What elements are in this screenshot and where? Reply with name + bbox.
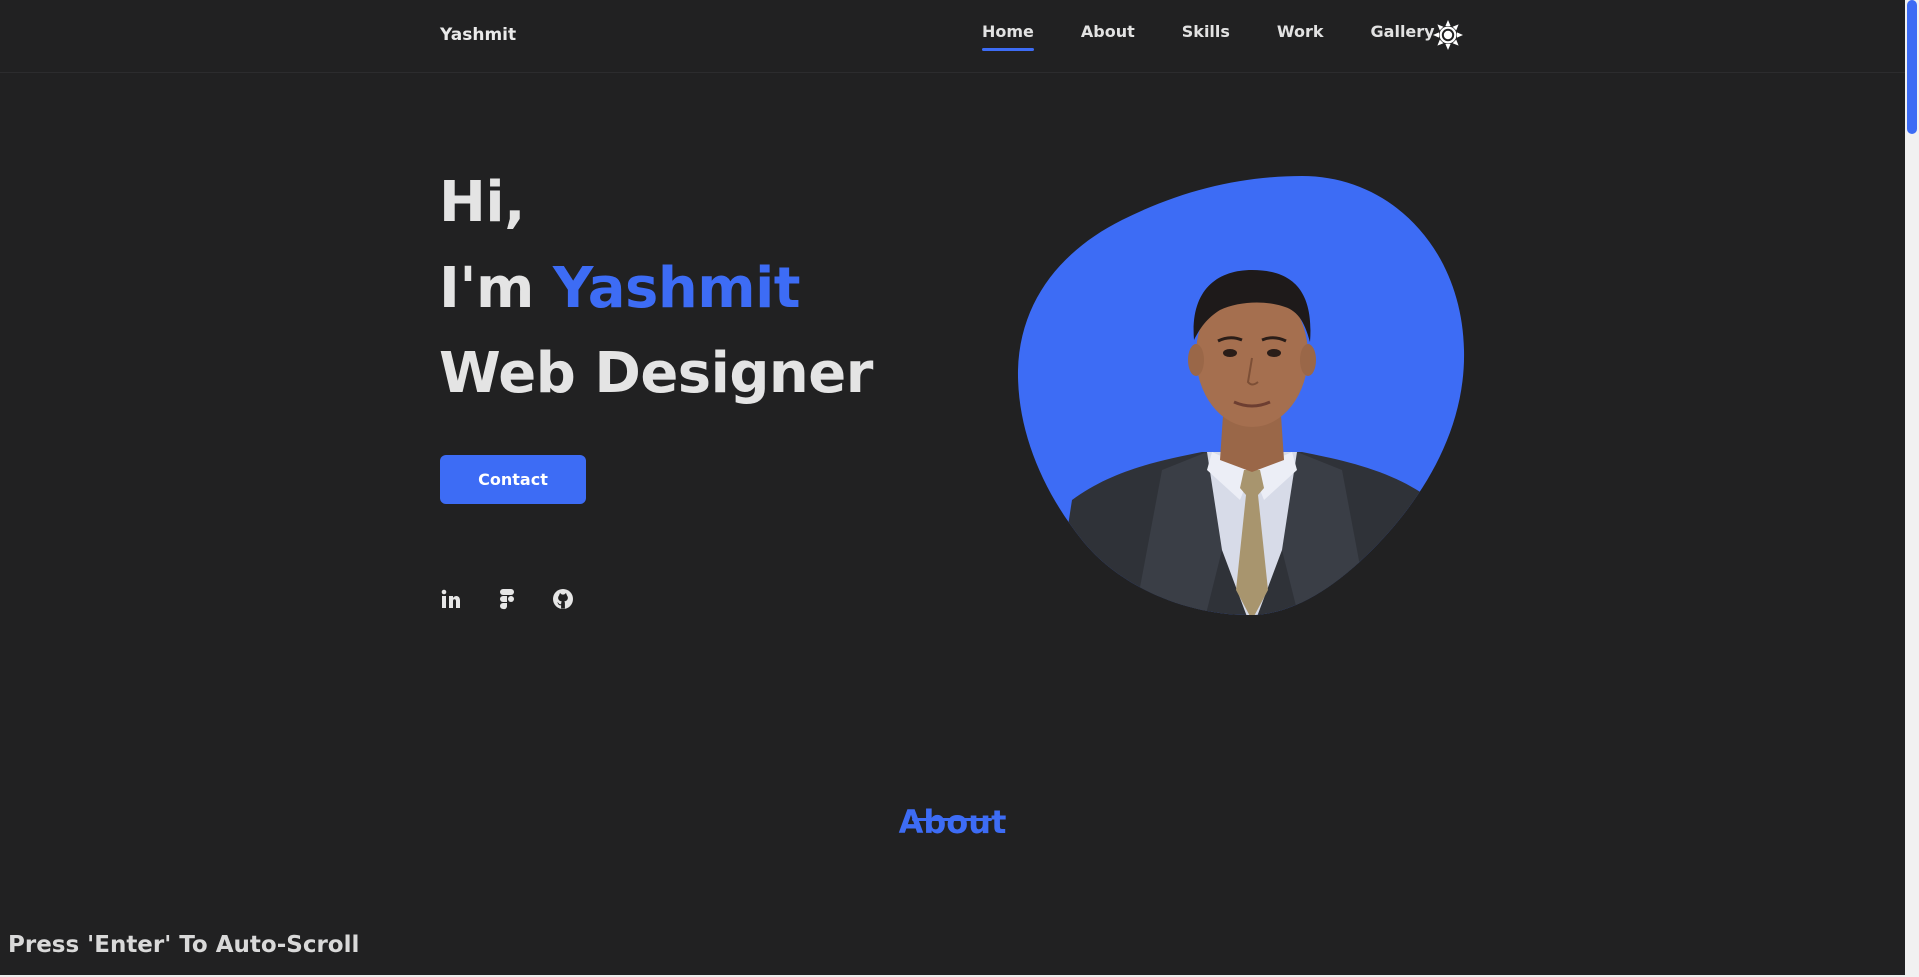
scrollbar-thumb[interactable] — [1907, 0, 1917, 134]
about-title: About — [898, 802, 1007, 841]
main-nav: Home About Skills Work Gallery — [982, 22, 1482, 51]
nav-item-gallery[interactable]: Gallery — [1371, 22, 1435, 51]
github-icon — [553, 589, 573, 609]
social-links — [440, 588, 574, 610]
sun-icon — [1433, 20, 1463, 50]
nav-item-home[interactable]: Home — [982, 22, 1034, 51]
linkedin-icon — [441, 589, 460, 608]
page: Yashmit Home About Skills Work Gallery H… — [0, 0, 1919, 977]
hero-greeting: Hi, — [439, 170, 525, 235]
hero-role: Web Designer — [439, 341, 873, 406]
nav-item-about[interactable]: About — [1081, 22, 1135, 51]
hero-intro-prefix: I'm — [439, 256, 553, 321]
brand-logo[interactable]: Yashmit — [440, 25, 516, 45]
theme-toggle-button[interactable] — [1433, 20, 1463, 50]
figma-link[interactable] — [496, 588, 518, 610]
github-link[interactable] — [552, 588, 574, 610]
hero-name: Yashmit — [552, 256, 801, 321]
figma-icon — [500, 589, 514, 610]
linkedin-link[interactable] — [440, 588, 462, 610]
nav-item-skills[interactable]: Skills — [1182, 22, 1230, 51]
contact-button[interactable]: Contact — [440, 455, 586, 504]
page-scrollbar[interactable] — [1905, 0, 1919, 977]
about-title-underline — [912, 818, 992, 821]
hero-intro: I'm Yashmit — [439, 261, 801, 317]
site-header: Yashmit Home About Skills Work Gallery — [0, 0, 1905, 73]
hero-portrait — [1012, 170, 1472, 620]
nav-item-work[interactable]: Work — [1277, 22, 1324, 51]
auto-scroll-hint: Press 'Enter' To Auto-Scroll — [8, 932, 360, 958]
portrait-image — [1017, 176, 1465, 616]
